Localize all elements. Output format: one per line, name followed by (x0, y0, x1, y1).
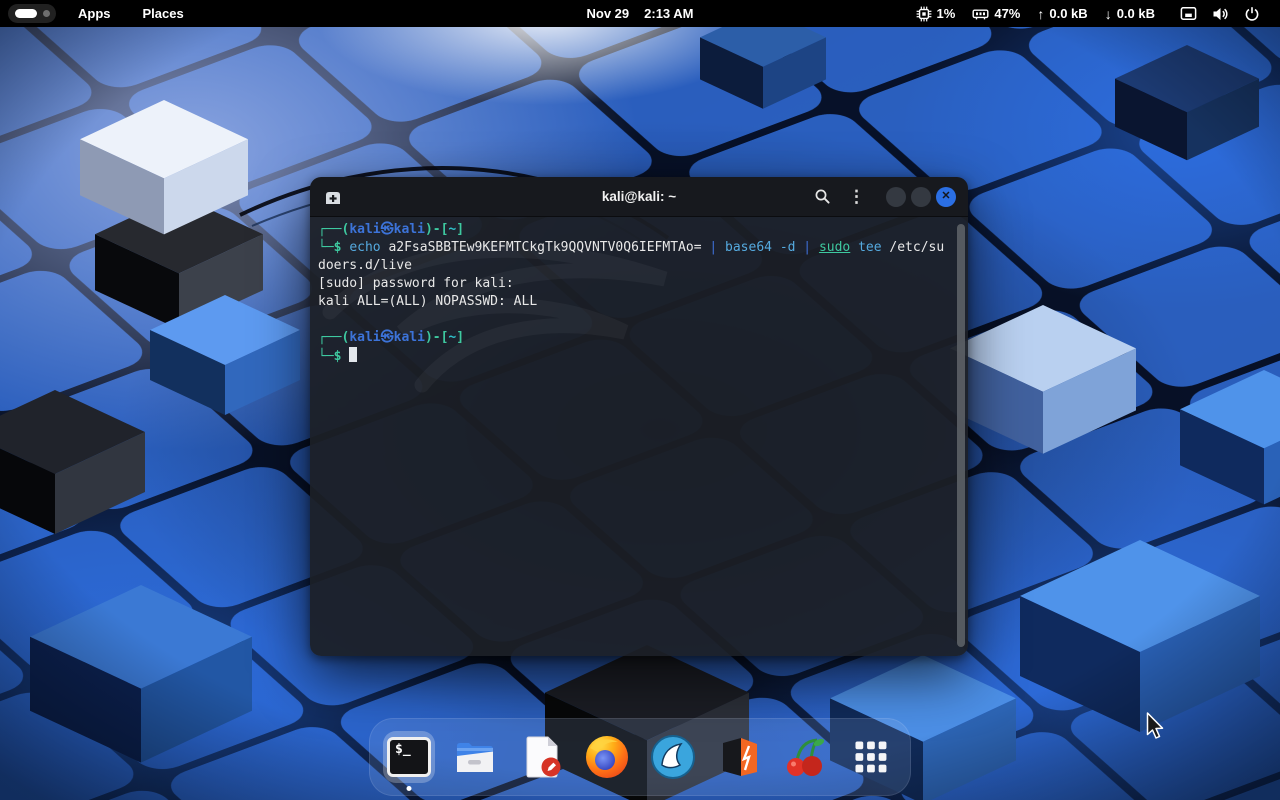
cherrytree-icon (782, 734, 828, 780)
window-title: kali@kali: ~ (602, 189, 676, 204)
terminal-titlebar[interactable]: kali@kali: ~ ⋮ ✕ (310, 177, 968, 217)
close-button[interactable]: ✕ (936, 187, 956, 207)
net-upload-indicator[interactable]: ↑ 0.0 kB (1037, 6, 1087, 22)
wired-network-icon (1180, 6, 1197, 21)
dock-item-show-applications[interactable] (845, 731, 897, 783)
terminal-line-command: └─$ echo a2FsaSBBTEw9KEFMTCkgTk9QQVNTV0Q… (318, 239, 960, 257)
clock-time: 2:13 AM (644, 6, 693, 21)
prompt-frame-open: ┌──( (318, 330, 349, 345)
download-arrow-icon: ↓ (1105, 6, 1112, 22)
cmd-path-wrapped: doers.d/live (318, 258, 412, 273)
dock-item-firefox[interactable] (581, 731, 633, 783)
memory-indicator[interactable]: 47% (972, 6, 1020, 22)
cpu-indicator[interactable]: 1% (916, 6, 956, 22)
terminal-screen[interactable]: ┌──(kali㉿kali)-[~] └─$ echo a2FsaSBBTEw9… (310, 217, 968, 656)
apps-menu[interactable]: Apps (68, 2, 121, 25)
places-menu[interactable]: Places (133, 2, 194, 25)
wireshark-icon (650, 734, 696, 780)
prompt-frame-open: ┌──( (318, 222, 349, 237)
panel-left: Apps Places (0, 2, 194, 25)
terminal-line-wrap: doers.d/live (318, 257, 960, 275)
prompt-frame-mid: )-[ (425, 222, 448, 237)
window-buttons: ✕ (886, 187, 956, 207)
mouse-cursor (1146, 712, 1166, 740)
dock-item-burpsuite[interactable] (713, 731, 765, 783)
dock: $_ (369, 718, 911, 796)
terminal-line-blank (318, 311, 960, 329)
terminal-window: kali@kali: ~ ⋮ ✕ ┌──(ka (310, 177, 968, 656)
net-download-value: 0.0 kB (1117, 6, 1155, 21)
terminal-cursor (349, 347, 357, 362)
sudoers-rule-output: kali ALL=(ALL) NOPASSWD: ALL (318, 294, 537, 309)
cmd-flag-d: -d (780, 240, 803, 255)
cmd-pipe2: | (803, 240, 819, 255)
prompt-frame-close: ] (456, 222, 464, 237)
cmd-base64-payload: a2FsaSBBTEw9KEFMTCkgTk9QQVNTV0Q6IEFMTAo= (388, 240, 709, 255)
search-icon[interactable] (814, 188, 831, 205)
terminal-glyph: $_ (395, 742, 411, 757)
cpu-icon (916, 6, 932, 22)
prompt-user-host: kali㉿kali (349, 222, 425, 237)
system-status-area[interactable] (1180, 6, 1260, 22)
text-editor-icon (518, 734, 564, 780)
menu-kebab-icon[interactable]: ⋮ (848, 188, 865, 205)
dock-item-text-editor[interactable] (515, 731, 567, 783)
cmd-sudo: sudo (819, 240, 850, 255)
file-manager-icon (452, 734, 498, 780)
terminal-scrollbar[interactable] (957, 224, 965, 647)
prompt-user-host: kali㉿kali (349, 330, 425, 345)
workspace-inactive-dot (43, 10, 50, 17)
dock-item-file-manager[interactable] (449, 731, 501, 783)
terminal-line-prompt1: ┌──(kali㉿kali)-[~] (318, 221, 960, 239)
prompt-dollar: └─$ (318, 349, 349, 364)
terminal-line-output: kali ALL=(ALL) NOPASSWD: ALL (318, 293, 960, 311)
cmd-path: /etc/su (889, 240, 944, 255)
sudo-password-prompt: [sudo] password for kali: (318, 276, 514, 291)
top-panel: Apps Places Nov 29 2:13 AM 1% (0, 0, 1280, 27)
terminal-line-input: └─$ (318, 347, 960, 365)
terminal-line-password: [sudo] password for kali: (318, 275, 960, 293)
titlebar-controls: ⋮ ✕ (814, 187, 968, 207)
workspace-active-pill (15, 9, 37, 18)
upload-arrow-icon: ↑ (1037, 6, 1044, 22)
clock-menu[interactable]: Nov 29 2:13 AM (586, 0, 693, 27)
prompt-dollar: └─$ (318, 240, 349, 255)
minimize-button[interactable] (886, 187, 906, 207)
burpsuite-icon (716, 734, 762, 780)
cmd-echo: echo (349, 240, 388, 255)
cmd-base64: base64 (725, 240, 780, 255)
net-upload-value: 0.0 kB (1049, 6, 1087, 21)
cpu-value: 1% (937, 6, 956, 21)
maximize-button[interactable] (911, 187, 931, 207)
app-grid-icon (850, 736, 892, 778)
dock-item-cherrytree[interactable] (779, 731, 831, 783)
memory-icon (972, 6, 989, 22)
dock-item-terminal[interactable]: $_ (383, 731, 435, 783)
terminal-icon: $_ (387, 737, 431, 777)
cmd-tee: tee (850, 240, 889, 255)
cmd-pipe1: | (709, 240, 725, 255)
panel-right: 1% 47% ↑ 0.0 kB ↓ 0.0 kB (916, 6, 1280, 22)
close-icon: ✕ (941, 191, 950, 202)
workspace-indicator[interactable] (8, 4, 56, 23)
prompt-frame-mid: )-[ (425, 330, 448, 345)
firefox-icon (584, 734, 630, 780)
power-icon (1244, 6, 1260, 22)
dock-item-wireshark[interactable] (647, 731, 699, 783)
volume-icon (1212, 6, 1229, 22)
new-tab-icon[interactable] (324, 188, 342, 205)
prompt-frame-close: ] (456, 330, 464, 345)
memory-value: 47% (994, 6, 1020, 21)
terminal-line-prompt2: ┌──(kali㉿kali)-[~] (318, 329, 960, 347)
net-download-indicator[interactable]: ↓ 0.0 kB (1105, 6, 1155, 22)
clock-date: Nov 29 (586, 6, 629, 21)
desktop: Apps Places Nov 29 2:13 AM 1% (0, 0, 1280, 800)
